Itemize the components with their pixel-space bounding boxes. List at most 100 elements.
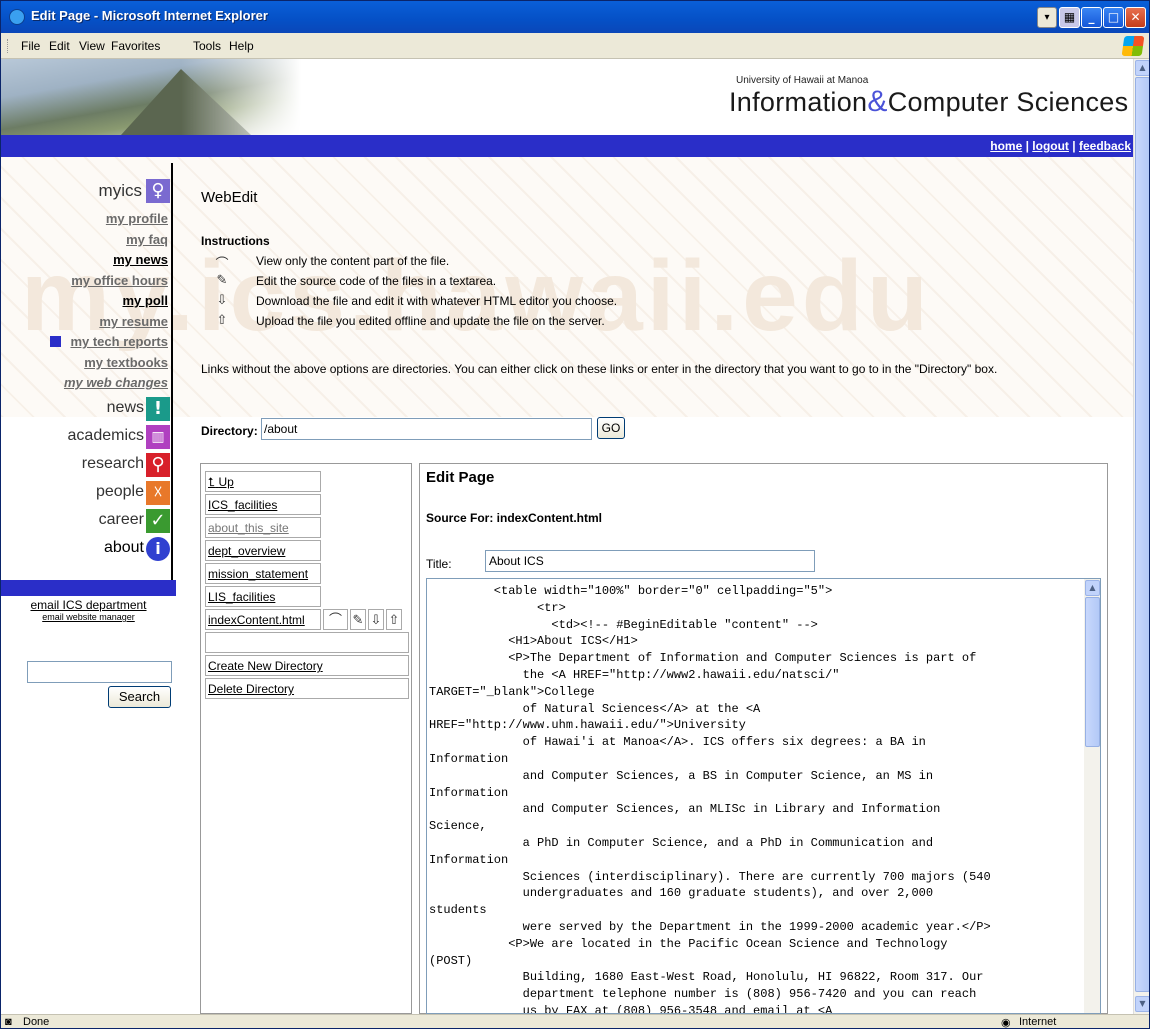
source-code-text[interactable]: <table width="100%" border="0" cellpaddi… <box>429 583 1081 1013</box>
instruction-edit: Edit the source code of the files in a t… <box>256 274 497 288</box>
file-item[interactable]: ICS_facilities <box>205 494 321 515</box>
directories-note: Links without the above options are dire… <box>201 362 998 376</box>
ie-logo-icon <box>9 9 25 25</box>
header-bar <box>1 135 1133 157</box>
file-item[interactable]: dept_overview <box>205 540 321 561</box>
info-icon: i <box>146 537 170 561</box>
page-title: WebEdit <box>201 189 258 206</box>
security-zone: Internet <box>1019 1016 1057 1028</box>
status-text: Done <box>23 1016 50 1028</box>
window-icon[interactable]: ▦ <box>1059 7 1080 28</box>
nav-my-resume[interactable]: my resume <box>99 314 168 329</box>
nav-my-tech-reports[interactable]: my tech reports <box>70 334 168 349</box>
scroll-down-arrow-icon[interactable]: ▼ <box>1135 996 1149 1012</box>
site-header: University of Hawaii at Manoa Informatio… <box>1 59 1133 135</box>
search-button[interactable]: Search <box>108 686 171 708</box>
home-link[interactable]: home <box>990 139 1022 153</box>
view-icon[interactable]: ⌒ <box>323 609 348 630</box>
go-button[interactable]: GO <box>597 417 625 439</box>
file-item[interactable]: about_this_site <box>205 517 321 538</box>
scrollbar-thumb[interactable] <box>1135 77 1149 992</box>
nav-my-poll[interactable]: my poll <box>122 293 168 308</box>
nav-about[interactable]: about <box>104 539 144 557</box>
windows-logo-icon <box>1121 36 1145 56</box>
nav-academics[interactable]: academics <box>68 427 144 445</box>
nav-my-faq[interactable]: my faq <box>126 232 168 247</box>
menu-favorites[interactable]: Favorites <box>111 39 160 53</box>
menu-help[interactable]: Help <box>229 39 254 53</box>
nav-my-web-changes[interactable]: my web changes <box>64 375 168 390</box>
pencil-icon[interactable]: ✎ <box>350 609 366 630</box>
nav-my-profile[interactable]: my profile <box>106 211 168 226</box>
person-icon: ☓ <box>146 481 170 505</box>
delete-directory-link[interactable]: Delete Directory <box>205 678 409 699</box>
menu-tools[interactable]: Tools <box>193 39 221 53</box>
instructions-heading: Instructions <box>201 234 270 248</box>
directory-input[interactable]: /about <box>261 418 592 440</box>
download-arrow-icon[interactable]: ⇩ <box>368 609 384 630</box>
site-logo-title: Information&Computer Sciences <box>729 85 1129 118</box>
menu-file[interactable]: File <box>21 39 40 53</box>
textarea-scrollbar[interactable]: ▲ <box>1084 579 1100 1013</box>
nav-career[interactable]: career <box>99 511 144 529</box>
create-directory-link[interactable]: Create New Directory <box>205 655 409 676</box>
page-done-icon: ◙ <box>5 1016 12 1028</box>
page-content: my.ics.hawaii.edu University of Hawaii a… <box>1 59 1133 1014</box>
title-label: Title: <box>426 557 452 571</box>
menu-view[interactable]: View <box>79 39 105 53</box>
book-icon: ▥ <box>146 425 170 449</box>
page-scrollbar[interactable]: ▲ ▼ <box>1133 59 1149 1014</box>
email-webmaster-link[interactable]: email website manager <box>1 612 176 622</box>
internet-zone-icon: ◉ <box>1001 1017 1011 1029</box>
download-arrow-icon: ⇩ <box>216 293 228 308</box>
scroll-up-arrow-icon[interactable]: ▲ <box>1135 60 1149 76</box>
exclamation-icon: ! <box>146 397 170 421</box>
magnifier-icon: ⚲ <box>146 453 170 477</box>
nav-myics[interactable]: myics <box>99 181 142 201</box>
directory-label: Directory: <box>201 424 258 438</box>
file-item[interactable]: LIS_facilities <box>205 586 321 607</box>
upload-arrow-icon[interactable]: ⇧ <box>386 609 402 630</box>
nav-footer-bar <box>1 580 176 596</box>
pencil-icon: ✎ <box>216 273 228 288</box>
title-input[interactable]: About ICS <box>485 550 815 572</box>
nav-divider <box>171 163 173 583</box>
toolbar-grip <box>7 39 10 53</box>
mountain-banner-image <box>1 59 301 135</box>
scrollbar-thumb[interactable] <box>1085 597 1100 747</box>
view-icon: ⌒ <box>215 257 229 272</box>
nav-my-office-hours[interactable]: my office hours <box>71 273 168 288</box>
career-icon: ✓ <box>146 509 170 533</box>
source-textarea[interactable]: <table width="100%" border="0" cellpaddi… <box>426 578 1101 1014</box>
instruction-view: View only the content part of the file. <box>256 254 450 268</box>
current-page-marker <box>50 336 61 347</box>
language-bar-icon[interactable]: ▾ <box>1037 7 1057 28</box>
nav-my-textbooks[interactable]: my textbooks <box>84 355 168 370</box>
email-department-link[interactable]: email ICS department <box>1 598 176 612</box>
up-folder-icon: ⮤ <box>208 475 216 489</box>
feedback-link[interactable]: feedback <box>1079 139 1131 153</box>
nav-news[interactable]: news <box>107 399 144 417</box>
scroll-up-arrow-icon[interactable]: ▲ <box>1085 580 1100 596</box>
nav-people[interactable]: people <box>96 483 144 501</box>
upload-file-field[interactable] <box>205 632 409 653</box>
minimize-button[interactable]: _ <box>1081 7 1102 28</box>
source-filename: Source For: indexContent.html <box>426 511 603 525</box>
header-links: home | logout | feedback <box>990 139 1131 153</box>
menu-edit[interactable]: Edit <box>49 39 70 53</box>
file-item[interactable]: mission_statement <box>205 563 321 584</box>
menu-bar: File Edit View Favorites Tools Help <box>1 33 1149 59</box>
browser-window: Edit Page - Microsoft Internet Explorer … <box>0 0 1150 1029</box>
search-input[interactable] <box>27 661 172 683</box>
nav-research[interactable]: research <box>82 455 144 473</box>
logout-link[interactable]: logout <box>1032 139 1069 153</box>
nav-my-news[interactable]: my news <box>113 252 168 267</box>
maximize-button[interactable]: □ <box>1103 7 1124 28</box>
title-bar: Edit Page - Microsoft Internet Explorer … <box>1 1 1149 33</box>
close-button[interactable]: ✕ <box>1125 7 1146 28</box>
instruction-upload: Upload the file you edited offline and u… <box>256 314 605 328</box>
upload-arrow-icon: ⇧ <box>216 313 228 328</box>
left-navigation: myics ♀ my profile my faq my news my off… <box>1 159 176 589</box>
up-link[interactable]: ⮤ Up <box>205 471 321 492</box>
file-item-selected[interactable]: indexContent.html <box>205 609 321 630</box>
